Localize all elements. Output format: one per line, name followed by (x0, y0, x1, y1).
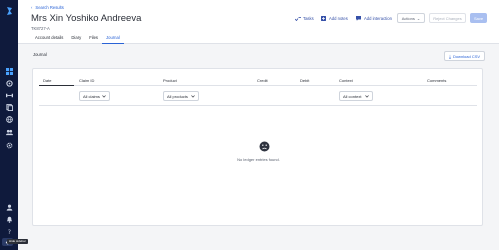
svg-text:?: ? (7, 229, 10, 235)
add-notes-link[interactable]: Add notes (321, 13, 348, 23)
breadcrumb[interactable]: ‹ Search Results (31, 5, 64, 10)
breadcrumb-label[interactable]: Search Results (35, 5, 63, 10)
column-claim-id[interactable]: Claim ID (79, 78, 94, 83)
sidebar: ? Hide sidebar (0, 0, 28, 250)
journal-table-card: Date Claim ID Product Credit Debit Conte… (32, 68, 483, 226)
tasks-link[interactable]: Tasks (295, 13, 314, 23)
chevron-left-icon: ‹ (31, 5, 33, 10)
empty-state-message: No ledger entries found. (237, 157, 280, 162)
add-notes-icon (321, 15, 326, 21)
customer-id: TK8727-A (31, 26, 50, 31)
column-context[interactable]: Context (339, 78, 353, 83)
documents-icon[interactable] (4, 103, 14, 111)
products-filter-value: All products (167, 93, 188, 99)
column-product[interactable]: Product (163, 78, 177, 83)
column-debit[interactable]: Debit (300, 78, 309, 83)
chevron-down-icon: ⌄ (416, 15, 421, 21)
sidebar-tooltip: Hide sidebar (7, 239, 28, 244)
tab-journal[interactable]: Journal (102, 34, 124, 44)
journal-panel: Journal ⤓ Download CSV Date Claim ID Pro… (27, 48, 487, 228)
globe-icon[interactable] (4, 115, 14, 123)
products-filter-select[interactable]: All products (163, 91, 199, 101)
sort-indicator (39, 85, 74, 86)
reject-changes-label: Reject Changes (429, 13, 466, 23)
actions-label: Actions (401, 15, 415, 21)
tab-bar: Account details Diary Files Journal (31, 34, 124, 44)
help-icon[interactable]: ? (4, 227, 14, 235)
page-title: Mrs Xin Yoshiko Andreeva (31, 13, 142, 24)
context-filter-select[interactable]: All context (339, 91, 373, 101)
filter-row: All claims All products All context (39, 88, 477, 106)
journal-title: Journal (33, 52, 47, 57)
dumbbell-icon[interactable] (4, 91, 14, 99)
save-label: Save (470, 13, 487, 23)
profile-icon[interactable] (4, 203, 14, 211)
download-csv-label: Download CSV (452, 53, 481, 59)
column-date[interactable]: Date (43, 78, 51, 83)
tab-account-details[interactable]: Account details (31, 34, 67, 44)
column-comments[interactable]: Comments (427, 78, 446, 83)
reject-changes-button[interactable]: Reject Changes (429, 13, 466, 23)
add-interaction-label: Add interaction (364, 15, 392, 21)
add-interaction-link[interactable]: Add interaction (356, 13, 392, 23)
users-icon[interactable] (4, 128, 14, 136)
page-header: ‹ Search Results Mrs Xin Yoshiko Andreev… (18, 0, 499, 44)
table-header: Date Claim ID Product Credit Debit Conte… (39, 77, 477, 86)
cog-icon[interactable] (4, 141, 14, 149)
grid-icon[interactable] (4, 67, 14, 75)
tab-diary[interactable]: Diary (67, 34, 85, 44)
column-credit[interactable]: Credit (257, 78, 268, 83)
chat-bubble-icon (356, 15, 361, 21)
tab-files[interactable]: Files (85, 34, 102, 44)
download-csv-button[interactable]: ⤓ Download CSV (444, 51, 485, 61)
tasks-icon (295, 16, 301, 21)
save-button[interactable]: Save (470, 13, 487, 23)
download-icon: ⤓ (448, 53, 451, 59)
app-logo-icon[interactable] (4, 3, 14, 15)
sad-face-icon (259, 141, 270, 152)
add-notes-label: Add notes (329, 15, 348, 21)
chevron-down-icon (365, 94, 369, 98)
actions-dropdown[interactable]: Actions ⌄ (397, 13, 425, 23)
chevron-down-icon (102, 94, 106, 98)
claims-filter-select[interactable]: All claims (79, 91, 110, 101)
claims-filter-value: All claims (83, 93, 100, 99)
tasks-label: Tasks (303, 15, 314, 21)
notifications-bell-icon[interactable] (4, 215, 14, 223)
context-filter-value: All context (343, 93, 362, 99)
chevron-down-icon (191, 94, 195, 98)
settings-icon[interactable] (4, 79, 14, 87)
